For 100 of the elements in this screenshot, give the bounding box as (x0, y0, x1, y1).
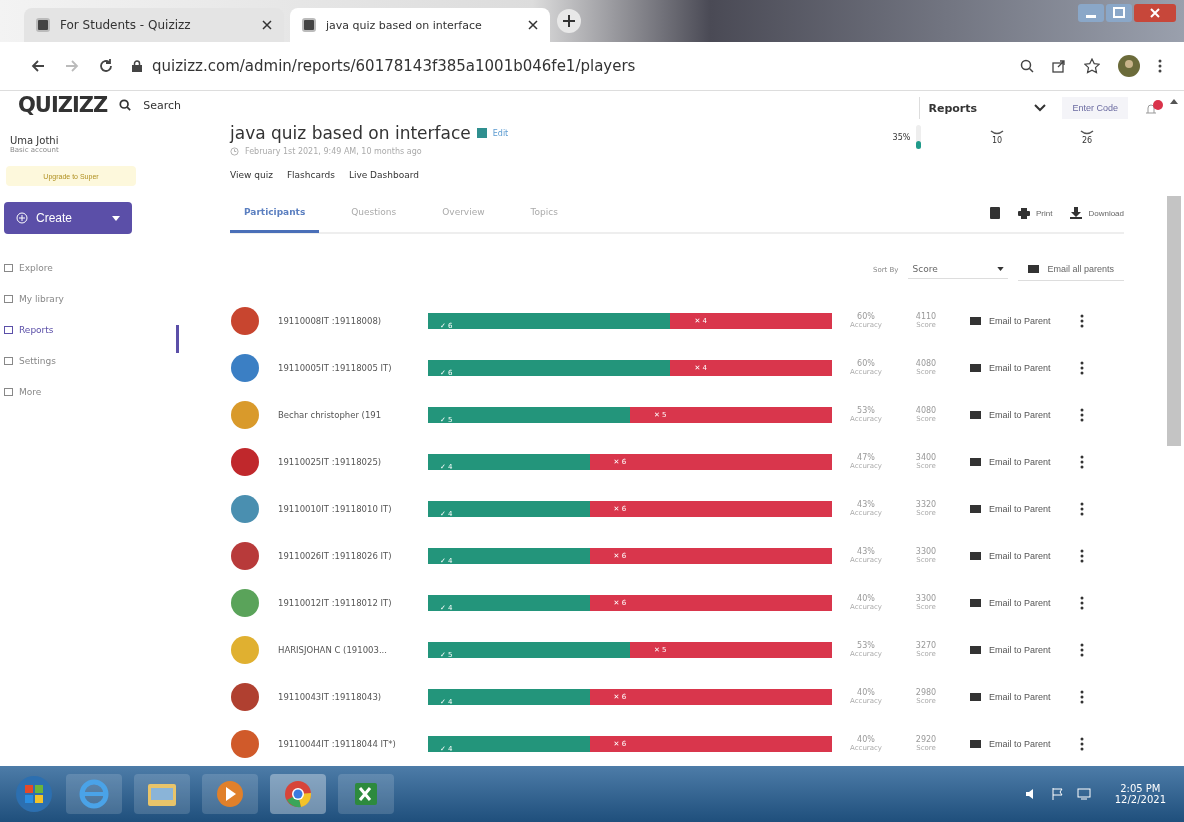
more-icon[interactable] (1080, 313, 1084, 328)
stat-icon (990, 129, 1004, 136)
bell-icon[interactable] (1144, 100, 1164, 116)
flag-icon[interactable] (1050, 787, 1065, 801)
lock-icon (132, 60, 142, 72)
enter-code-button[interactable]: Enter Code (1062, 97, 1128, 119)
caret-icon (112, 215, 120, 221)
sidebar-item[interactable]: My library (4, 283, 178, 314)
clock-date: 12/2/2021 (1114, 794, 1166, 805)
score-value: 3320 (915, 500, 937, 509)
browser-tab[interactable]: java quiz based on interface (290, 8, 550, 42)
download-icon (1070, 207, 1083, 219)
zoom-icon[interactable] (1020, 59, 1034, 73)
plus-circle-icon (16, 212, 28, 224)
selection-indicator (176, 324, 179, 353)
report-tab[interactable]: Participants (230, 193, 320, 233)
stat-value: 10 (991, 135, 1003, 145)
score-value: 3300 (915, 547, 937, 556)
start-button[interactable] (14, 774, 54, 814)
sidebar-item[interactable]: Settings (4, 345, 178, 376)
profile-avatar-icon[interactable] (1118, 55, 1140, 77)
participant-name[interactable]: 19110044IT :19118044 IT*) (278, 738, 428, 749)
accuracy-value: 47% (857, 453, 875, 462)
more-icon[interactable] (1080, 454, 1084, 469)
clock-icon (230, 147, 239, 156)
scrollbar-thumb[interactable] (1167, 196, 1181, 446)
email-parent-button[interactable]: Email to Parent (970, 644, 1068, 655)
quiz-link[interactable]: Flashcards (286, 170, 335, 180)
download-button[interactable]: Download (1070, 207, 1124, 219)
email-parent-button[interactable]: Email to Parent (970, 362, 1068, 373)
score-value: 2920 (915, 735, 937, 744)
more-icon[interactable] (1080, 595, 1084, 610)
folder-icon[interactable] (134, 774, 190, 814)
score-value: 4110 (915, 312, 937, 321)
email-parent-button[interactable]: Email to Parent (970, 738, 1068, 749)
email-parent-button[interactable]: Email to Parent (970, 503, 1068, 514)
more-icon[interactable] (1080, 642, 1084, 657)
more-icon[interactable] (1080, 360, 1084, 375)
share-icon[interactable] (1052, 59, 1066, 73)
email-parent-button[interactable]: Email to Parent (970, 315, 1068, 326)
play-icon[interactable] (202, 774, 258, 814)
more-icon[interactable] (1080, 689, 1084, 704)
close-icon[interactable] (528, 20, 538, 30)
quiz-title: java quiz based on interface (230, 123, 471, 143)
reports-dropdown[interactable]: Reports (928, 101, 1019, 115)
print-button[interactable]: Print (1017, 207, 1053, 219)
quiz-link[interactable]: View quiz (230, 170, 273, 180)
score-value: 2980 (915, 688, 937, 697)
minimize-icon[interactable] (1078, 4, 1104, 22)
participant-name[interactable]: 19110043IT :19118043) (278, 691, 428, 702)
sidebar-item[interactable]: Explore (4, 252, 178, 283)
participant-name[interactable]: 19110008IT :19118008) (278, 315, 428, 326)
spreadsheet-icon[interactable] (338, 774, 394, 814)
close-icon[interactable] (262, 20, 272, 30)
score-value: 3270 (915, 641, 937, 650)
stat-value: 26 (1081, 135, 1093, 145)
new-tab-icon[interactable] (556, 8, 582, 34)
address-field[interactable]: quizizz.com/admin/reports/60178143f385a1001b046fe1/players (152, 57, 636, 75)
participant-name[interactable]: 19110026IT :19118026 IT) (278, 550, 428, 561)
participant-name[interactable]: HARISJOHAN C (191003... (278, 644, 428, 655)
scroll-up-icon[interactable] (1170, 99, 1178, 104)
email-parent-button[interactable]: Email to Parent (970, 550, 1068, 561)
participant-name[interactable]: Bechar christopher (191 (278, 409, 428, 420)
quiz-icon (302, 18, 316, 32)
maximize-icon[interactable] (1106, 4, 1132, 22)
email-parent-button[interactable]: Email to Parent (970, 597, 1068, 608)
accuracy-value: 60% (857, 359, 875, 368)
accuracy-value: 40% (857, 688, 875, 697)
participant-name[interactable]: 19110012IT :19118012 IT) (278, 597, 428, 608)
score-value: 4080 (915, 359, 937, 368)
score-value: 3300 (915, 594, 937, 603)
more-icon[interactable] (1080, 501, 1084, 516)
email-parent-button[interactable]: Email to Parent (970, 409, 1068, 420)
participant-name[interactable]: 19110025IT :19118025) (278, 456, 428, 467)
search-field[interactable]: Search (143, 98, 181, 112)
menu-icon[interactable] (1158, 59, 1162, 73)
accuracy-value: 40% (857, 735, 875, 744)
sidebar-item[interactable]: More (4, 376, 178, 407)
sort-dropdown[interactable]: Score (908, 260, 1009, 279)
logo[interactable]: QUIZIZZ (18, 93, 108, 117)
participant-name[interactable]: 19110005IT :19118005 IT) (278, 362, 428, 373)
chevron-down-icon[interactable] (1034, 104, 1047, 112)
more-icon[interactable] (1080, 548, 1084, 563)
chrome-icon[interactable] (270, 774, 326, 814)
star-icon[interactable] (1084, 58, 1100, 74)
create-button[interactable]: Create (4, 202, 132, 234)
participant-name[interactable]: 19110010IT :19118010 IT) (278, 503, 428, 514)
sidebar-item[interactable]: Reports (4, 314, 178, 345)
network-icon[interactable] (1076, 787, 1091, 801)
email-parent-button[interactable]: Email to Parent (970, 691, 1068, 702)
stat-value: 35% (892, 132, 911, 142)
quiz-link[interactable]: Live Dashboard (348, 170, 419, 180)
taskbar-clock[interactable]: 2:05 PM 12/2/2021 (1114, 783, 1166, 805)
more-icon[interactable] (1080, 407, 1084, 422)
more-icon[interactable] (1080, 736, 1084, 751)
accuracy-value: 43% (857, 547, 875, 556)
reload-icon[interactable] (98, 58, 114, 74)
stat-icon (1080, 129, 1094, 136)
email-parent-button[interactable]: Email to Parent (970, 456, 1068, 467)
back-arrow-icon[interactable] (30, 58, 46, 74)
